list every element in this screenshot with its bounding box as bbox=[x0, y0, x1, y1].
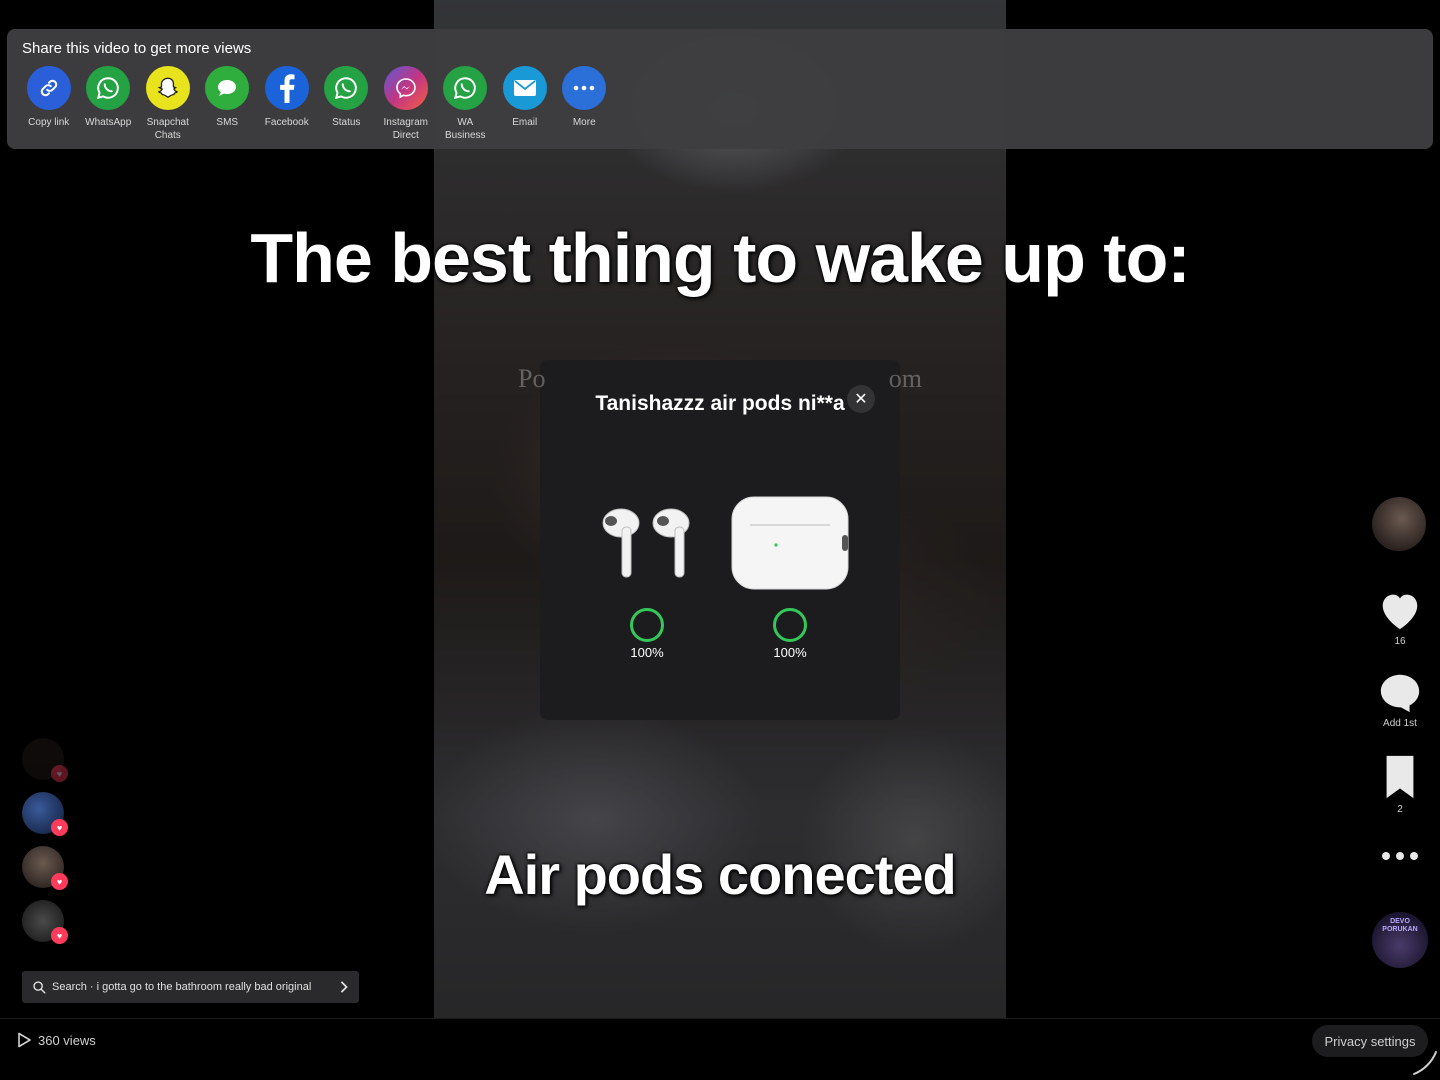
video-caption-top: The best thing to wake up to: bbox=[250, 219, 1190, 297]
share-label: SMS bbox=[216, 117, 239, 128]
comment-label: Add 1st bbox=[1383, 718, 1417, 729]
search-icon bbox=[33, 981, 46, 994]
popup-title: Tanishazzz air pods ni**a bbox=[595, 392, 845, 415]
play-icon bbox=[18, 1032, 31, 1048]
privacy-settings-button[interactable]: Privacy settings bbox=[1312, 1025, 1428, 1057]
airpods-case: 100% bbox=[720, 480, 860, 670]
share-options: Copy link WhatsApp Snapchat Chats SMS Fa… bbox=[19, 66, 614, 142]
share-label: WhatsApp bbox=[85, 117, 132, 128]
share-title: Share this video to get more views bbox=[22, 40, 252, 57]
heart-icon: ♥ bbox=[51, 765, 68, 782]
battery-percent-case: 100% bbox=[773, 645, 807, 660]
share-instagram-direct-button[interactable]: Instagram Direct bbox=[376, 66, 436, 142]
share-label: WA Business bbox=[444, 117, 486, 141]
battery-ring-earbuds bbox=[630, 608, 664, 642]
views-counter: 360 views bbox=[16, 1032, 96, 1048]
comment-button[interactable]: Add 1st bbox=[1370, 670, 1430, 729]
creator-avatar[interactable] bbox=[1372, 497, 1426, 551]
share-sms-button[interactable]: SMS bbox=[198, 66, 258, 142]
bookmark-button[interactable]: 2 bbox=[1370, 754, 1430, 815]
liker-avatar[interactable]: ♥ bbox=[22, 738, 68, 782]
share-label: Instagram Direct bbox=[383, 117, 428, 141]
share-status-button[interactable]: Status bbox=[317, 66, 377, 142]
airpods-earbuds: 100% bbox=[577, 480, 717, 670]
comment-icon bbox=[1380, 674, 1420, 713]
share-snapchat-button[interactable]: Snapchat Chats bbox=[138, 66, 198, 142]
case-image bbox=[720, 488, 860, 598]
heart-icon: ♥ bbox=[51, 819, 68, 836]
share-panel: Share this video to get more views Copy … bbox=[7, 29, 1433, 149]
bottom-divider bbox=[0, 1018, 1440, 1019]
bookmark-count: 2 bbox=[1397, 804, 1403, 815]
ghost-text-right: om bbox=[888, 364, 922, 393]
more-dots-icon bbox=[1382, 852, 1418, 860]
like-count: 16 bbox=[1394, 636, 1406, 647]
wa-business-icon bbox=[443, 66, 488, 110]
heart-icon bbox=[1382, 594, 1418, 630]
whatsapp-icon bbox=[86, 66, 131, 110]
share-more-button[interactable]: More bbox=[555, 66, 615, 142]
battery-percent-earbuds: 100% bbox=[630, 645, 664, 660]
share-whatsapp-button[interactable]: WhatsApp bbox=[79, 66, 139, 142]
share-label: More bbox=[572, 117, 596, 128]
search-text: Search · i gotta go to the bathroom real… bbox=[52, 981, 312, 993]
music-disc[interactable]: DEVO PORUKAN bbox=[1372, 912, 1428, 968]
share-label: Copy link bbox=[28, 117, 70, 128]
share-label: Snapchat Chats bbox=[146, 117, 189, 141]
link-icon bbox=[26, 66, 71, 110]
battery-ring-case bbox=[773, 608, 807, 642]
facebook-icon bbox=[264, 66, 309, 110]
chevron-right-icon bbox=[340, 981, 348, 993]
heart-icon: ♥ bbox=[51, 927, 68, 944]
views-text: 360 views bbox=[38, 1032, 96, 1048]
earbuds-image bbox=[577, 488, 717, 598]
share-label: Email bbox=[512, 117, 538, 128]
snapchat-icon bbox=[145, 66, 190, 110]
heart-icon: ♥ bbox=[51, 873, 68, 890]
resize-handle-icon bbox=[1413, 1051, 1437, 1075]
share-label: Facebook bbox=[264, 117, 309, 128]
share-label: Status bbox=[332, 117, 361, 128]
share-wa-business-button[interactable]: WA Business bbox=[436, 66, 496, 142]
liker-avatar[interactable]: ♥ bbox=[22, 846, 68, 890]
bookmark-icon bbox=[1386, 755, 1414, 799]
share-email-button[interactable]: Email bbox=[495, 66, 555, 142]
more-options-button[interactable] bbox=[1370, 850, 1430, 862]
airpods-popup: Tanishazzz air pods ni**a ✕ 100% 100% bbox=[540, 360, 900, 720]
share-facebook-button[interactable]: Facebook bbox=[257, 66, 317, 142]
related-search-button[interactable]: Search · i gotta go to the bathroom real… bbox=[22, 971, 359, 1003]
email-icon bbox=[502, 66, 547, 110]
music-label: DEVO PORUKAN bbox=[1382, 918, 1418, 933]
messenger-icon bbox=[383, 66, 428, 110]
video-caption-bottom: Air pods conected bbox=[484, 843, 957, 906]
ghost-text-left: Po bbox=[518, 364, 546, 393]
sms-icon bbox=[205, 66, 250, 110]
like-button[interactable]: 16 bbox=[1370, 588, 1430, 647]
liker-avatar[interactable]: ♥ bbox=[22, 792, 68, 836]
more-dots-icon bbox=[562, 66, 607, 110]
whatsapp-status-icon bbox=[324, 66, 369, 110]
liker-avatar[interactable]: ♥ bbox=[22, 900, 68, 944]
video-background-text: Po om bbox=[518, 364, 922, 394]
share-copy-link-button[interactable]: Copy link bbox=[19, 66, 79, 142]
